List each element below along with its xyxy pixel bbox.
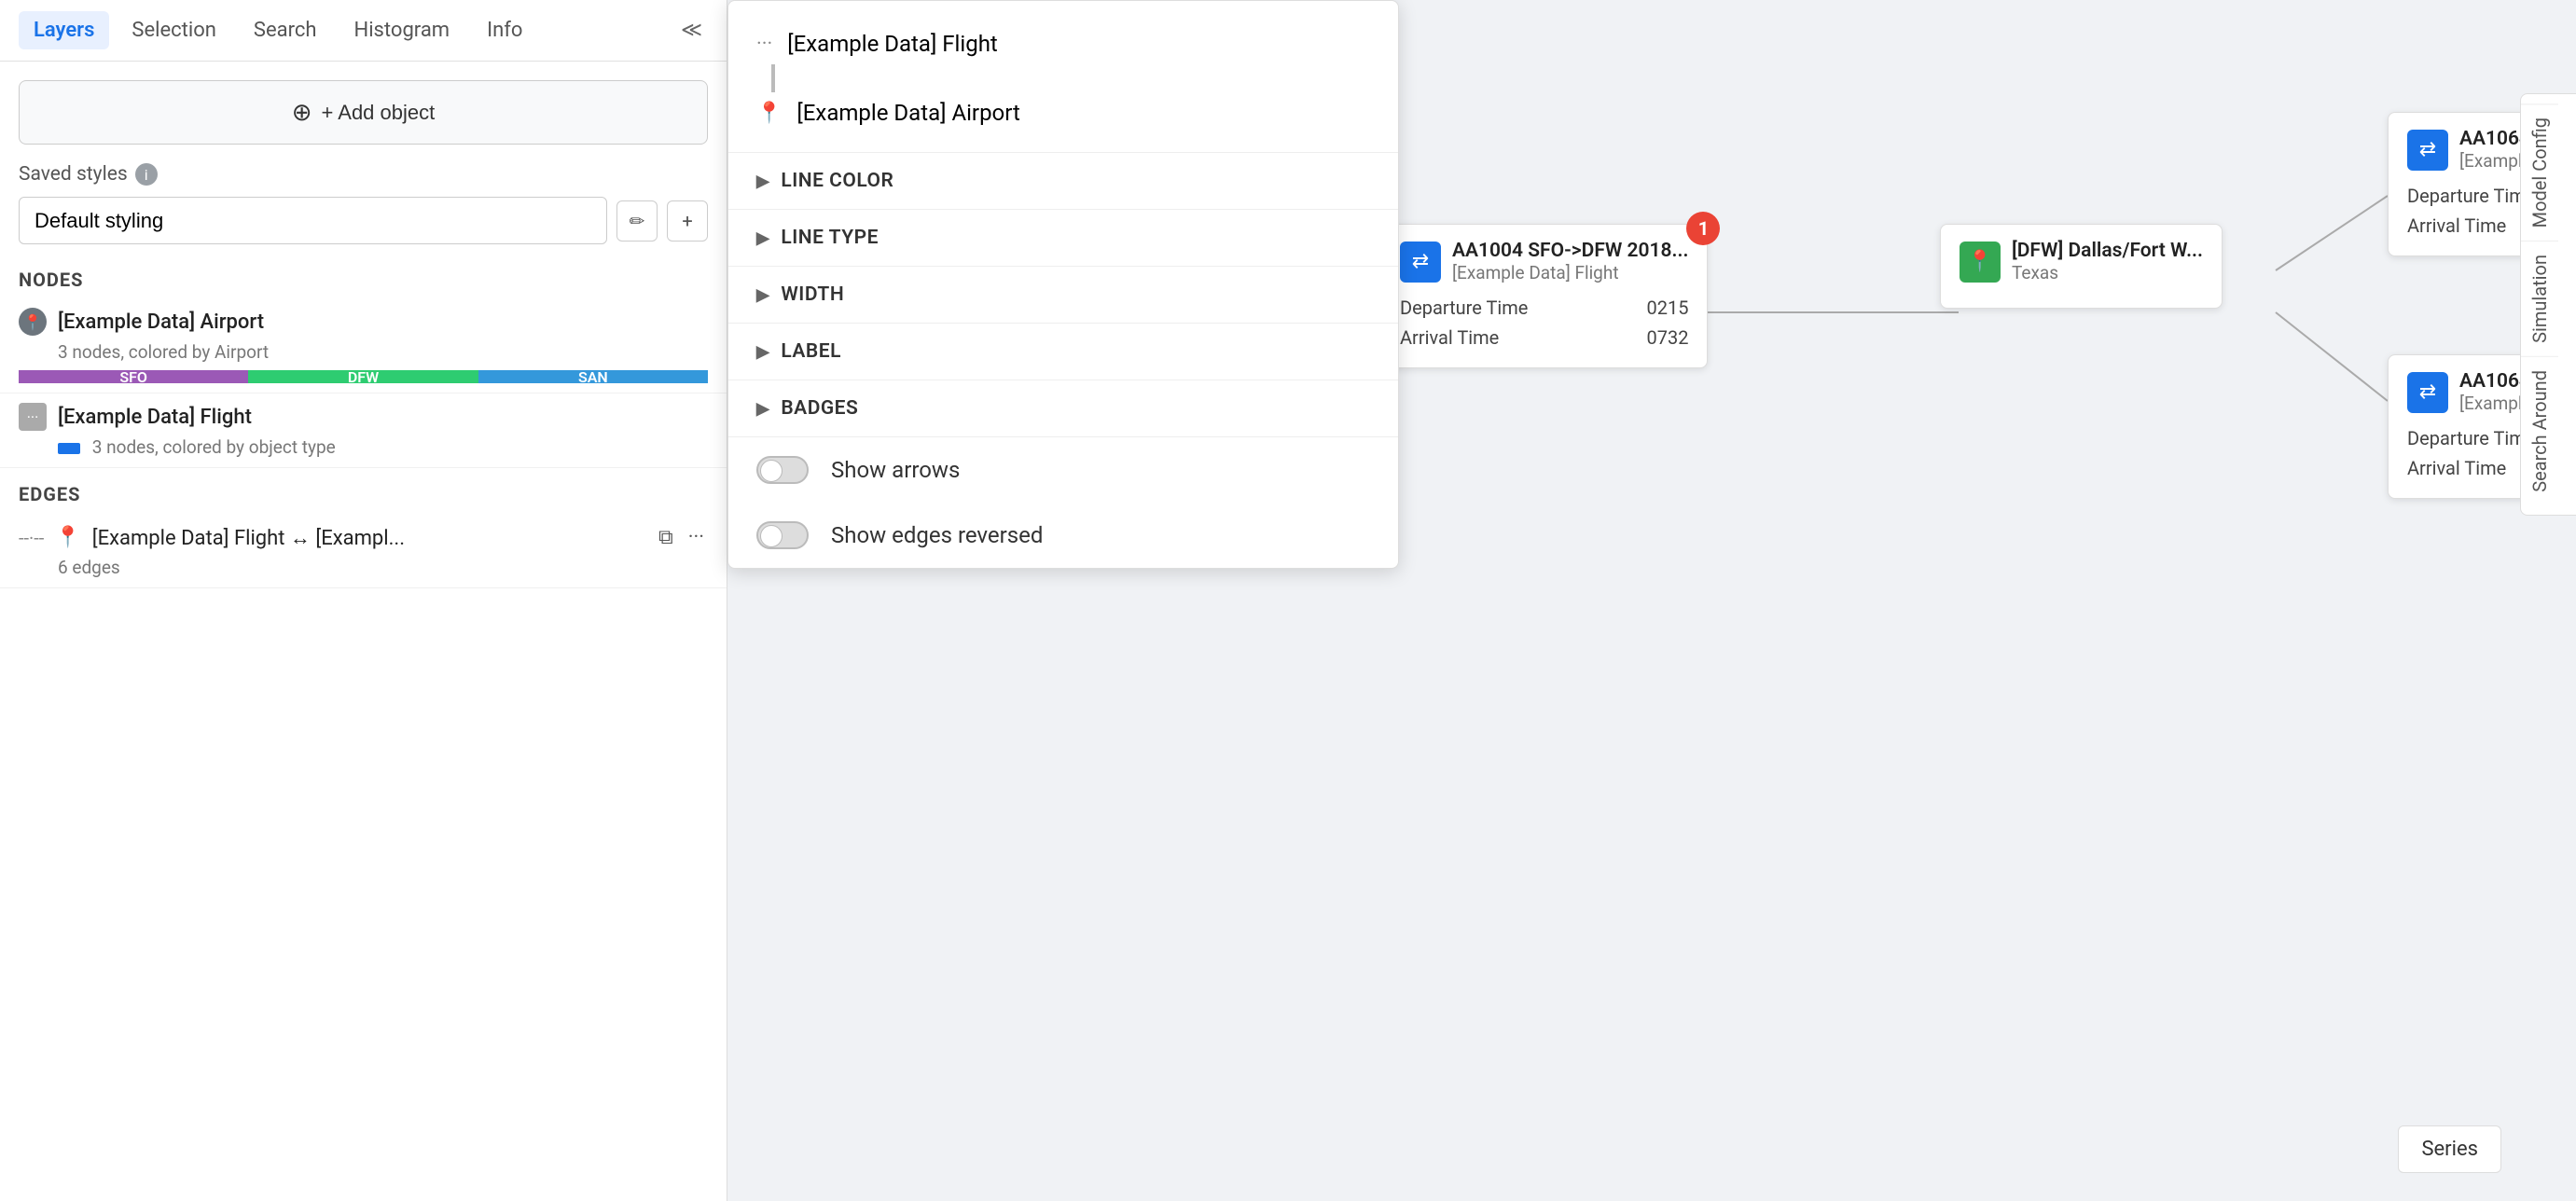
edge-item-flight-airport: --·-- 📍 [Example Data] Flight ↔ [Exampl.… bbox=[0, 513, 727, 588]
airport-node-name: [Example Data] Airport bbox=[58, 311, 264, 334]
edge-location-icon: 📍 bbox=[55, 526, 80, 549]
width-section: ▶ WIDTH bbox=[728, 267, 1398, 324]
airport-node-desc: 3 nodes, colored by Airport bbox=[19, 341, 708, 363]
line-type-section: ▶ LINE TYPE bbox=[728, 210, 1398, 267]
saved-styles-section: Saved styles i Default styling ✏ + bbox=[0, 163, 727, 254]
show-arrows-label: Show arrows bbox=[831, 457, 960, 483]
tab-histogram[interactable]: Histogram bbox=[339, 11, 465, 49]
flight-node-desc: 3 nodes, colored by object type bbox=[19, 436, 708, 458]
chevron-right-icon-2: ▶ bbox=[756, 228, 769, 248]
departure-time-label: Departure Time bbox=[1400, 297, 1528, 319]
san-dfw-top-icon: ⇄ bbox=[2407, 130, 2448, 171]
show-arrows-row: Show arrows bbox=[728, 437, 1398, 503]
line-type-label: LINE TYPE bbox=[781, 227, 879, 249]
show-edges-reversed-row: Show edges reversed bbox=[728, 503, 1398, 568]
line-color-header[interactable]: ▶ LINE COLOR bbox=[728, 153, 1398, 209]
series-button[interactable]: Series bbox=[2398, 1125, 2501, 1173]
nodes-section-header: NODES bbox=[0, 254, 727, 298]
show-edges-reversed-label: Show edges reversed bbox=[831, 522, 1043, 548]
edit-style-button[interactable]: ✏ bbox=[616, 200, 658, 242]
airport-color-bars: SFO DFW SAN bbox=[19, 370, 708, 383]
chevron-right-icon: ▶ bbox=[756, 172, 769, 191]
right-side-tabs: Model Config Simulation Search Around bbox=[2520, 93, 2576, 516]
map-node-dallas[interactable]: 📍 [DFW] Dallas/Fort W... Texas bbox=[1940, 224, 2223, 309]
san-dfw-bottom-arrival-label: Arrival Time bbox=[2407, 457, 2506, 479]
arrival-time-row: Arrival Time 0732 bbox=[1400, 323, 1688, 352]
map-node-sfo-dfw[interactable]: 1 ⇄ AA1004 SFO->DFW 2018... [Example Dat… bbox=[1380, 224, 1708, 368]
sidebar-tabs: Layers Selection Search Histogram Info ≪ bbox=[0, 0, 727, 62]
airport-node-icon: 📍 bbox=[19, 308, 47, 336]
san-dfw-bottom-departure-label: Departure Time bbox=[2407, 427, 2535, 449]
style-selector-row: Default styling ✏ + bbox=[19, 197, 708, 244]
edge-external-link-button[interactable]: ⧉ bbox=[655, 522, 677, 553]
label-section: ▶ LABEL bbox=[728, 324, 1398, 380]
chevron-right-icon-4: ▶ bbox=[756, 342, 769, 362]
flight-dots-icon: ··· bbox=[756, 33, 772, 56]
tab-search[interactable]: Search bbox=[239, 11, 332, 49]
plus-circle-icon: ⊕ bbox=[292, 98, 312, 127]
san-dfw-bottom-icon: ⇄ bbox=[2407, 372, 2448, 413]
chevron-right-icon-3: ▶ bbox=[756, 285, 769, 305]
tab-selection[interactable]: Selection bbox=[117, 11, 231, 49]
width-header[interactable]: ▶ WIDTH bbox=[728, 267, 1398, 323]
airport-pin-icon: 📍 bbox=[756, 102, 782, 125]
departure-time-value: 0215 bbox=[1646, 297, 1688, 319]
edge-name: [Example Data] Flight ↔ [Exampl... bbox=[92, 526, 644, 550]
flight-node-map-icon: ⇄ bbox=[1400, 242, 1441, 283]
style-select[interactable]: Default styling bbox=[19, 197, 607, 244]
connection-line bbox=[771, 64, 775, 92]
dallas-airport-icon: 📍 bbox=[1960, 242, 2001, 283]
edge-icon: --·-- bbox=[19, 527, 44, 549]
line-color-label: LINE COLOR bbox=[781, 170, 893, 192]
connection-airport: 📍 [Example Data] Airport bbox=[756, 92, 1370, 133]
color-bar-san: SAN bbox=[478, 370, 708, 383]
label-label: LABEL bbox=[781, 340, 841, 363]
width-label: WIDTH bbox=[781, 283, 844, 306]
san-dfw-top-departure-label: Departure Time bbox=[2407, 185, 2535, 207]
add-style-button[interactable]: + bbox=[667, 200, 708, 242]
color-bar-sfo: SFO bbox=[19, 370, 248, 383]
flight-sfo-dfw-title: AA1004 SFO->DFW 2018... bbox=[1452, 240, 1688, 262]
edge-desc: 6 edges bbox=[19, 557, 708, 578]
edge-more-options-button[interactable]: ··· bbox=[685, 522, 708, 553]
badges-section: ▶ BADGES bbox=[728, 380, 1398, 437]
connection-flight-name: [Example Data] Flight bbox=[787, 31, 998, 57]
label-header[interactable]: ▶ LABEL bbox=[728, 324, 1398, 380]
tab-layers[interactable]: Layers bbox=[19, 11, 109, 49]
sidebar: Layers Selection Search Histogram Info ≪… bbox=[0, 0, 727, 1201]
search-around-tab[interactable]: Search Around bbox=[2521, 356, 2558, 505]
edges-section-header: EDGES bbox=[0, 468, 727, 513]
tab-info[interactable]: Info bbox=[472, 11, 537, 49]
line-color-section: ▶ LINE COLOR bbox=[728, 153, 1398, 210]
add-object-label: + Add object bbox=[322, 101, 436, 125]
flight-sfo-dfw-subtitle: [Example Data] Flight bbox=[1452, 262, 1688, 283]
info-icon: i bbox=[135, 163, 158, 186]
arrival-time-value: 0732 bbox=[1646, 326, 1688, 349]
dropdown-panel: ··· [Example Data] Flight 📍 [Example Dat… bbox=[727, 0, 1399, 569]
flight-node-name: [Example Data] Flight bbox=[58, 406, 252, 429]
simulation-tab[interactable]: Simulation bbox=[2521, 241, 2558, 356]
saved-styles-label: Saved styles i bbox=[19, 163, 708, 186]
badges-label: BADGES bbox=[781, 397, 858, 420]
connection-flight: ··· [Example Data] Flight bbox=[756, 23, 1370, 64]
dallas-airport-subtitle: Texas bbox=[2012, 262, 2203, 283]
san-dfw-top-arrival-label: Arrival Time bbox=[2407, 214, 2506, 237]
color-bar-dfw: DFW bbox=[248, 370, 478, 383]
collapse-sidebar-button[interactable]: ≪ bbox=[675, 13, 708, 48]
node-item-airport[interactable]: 📍 [Example Data] Airport 3 nodes, colore… bbox=[0, 298, 727, 393]
model-config-tab[interactable]: Model Config bbox=[2521, 104, 2558, 241]
arrival-time-label: Arrival Time bbox=[1400, 326, 1499, 349]
departure-time-row: Departure Time 0215 bbox=[1400, 293, 1688, 323]
flight-node-icon: ··· bbox=[19, 403, 47, 431]
add-object-button[interactable]: ⊕ + Add object bbox=[19, 80, 708, 145]
node-item-flight[interactable]: ··· [Example Data] Flight 3 nodes, color… bbox=[0, 393, 727, 468]
chevron-right-icon-5: ▶ bbox=[756, 399, 769, 419]
connection-header: ··· [Example Data] Flight 📍 [Example Dat… bbox=[728, 1, 1398, 153]
show-edges-reversed-toggle[interactable] bbox=[756, 521, 809, 549]
show-arrows-toggle[interactable] bbox=[756, 456, 809, 484]
badges-header[interactable]: ▶ BADGES bbox=[728, 380, 1398, 436]
connection-airport-name: [Example Data] Airport bbox=[796, 100, 1019, 126]
line-type-header[interactable]: ▶ LINE TYPE bbox=[728, 210, 1398, 266]
dallas-airport-title: [DFW] Dallas/Fort W... bbox=[2012, 240, 2203, 262]
